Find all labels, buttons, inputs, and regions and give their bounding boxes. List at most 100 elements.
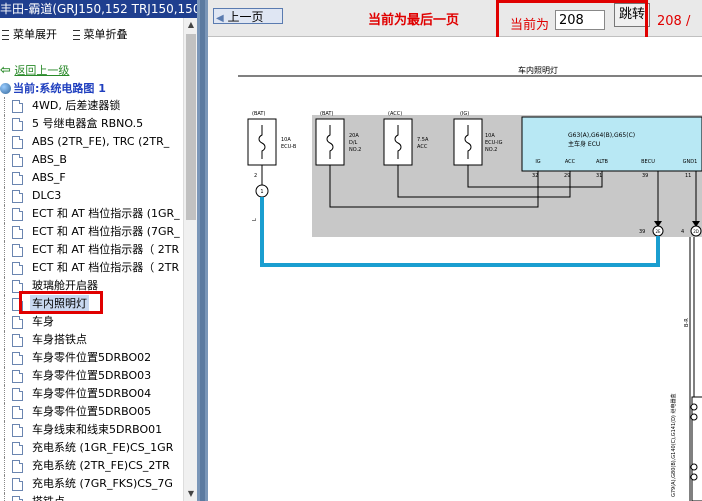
ecu-name2: 主车身 ECU bbox=[568, 140, 600, 148]
tree-item-label[interactable]: ECT 和 AT 档位指示器（ 2TR bbox=[32, 241, 179, 259]
tree-line bbox=[4, 313, 5, 331]
tree-item[interactable]: 车身零件位置5DRBO05 bbox=[0, 403, 185, 421]
tree-item[interactable]: 车身零件位置5DRBO04 bbox=[0, 385, 185, 403]
tree-item-label[interactable]: 5 号继电器盒 RBNO.5 bbox=[32, 115, 143, 133]
tree-item[interactable]: 充电系统 (1GR_FE)CS_1GR bbox=[0, 439, 185, 457]
tree-item[interactable]: 车身零件位置5DRBO03 bbox=[0, 367, 185, 385]
tree-line bbox=[4, 205, 5, 223]
tree-item[interactable]: 搭铁点 bbox=[0, 493, 185, 501]
tree-item-label[interactable]: 车身线束和线束5DRBO01 bbox=[32, 421, 162, 439]
tree-item-label[interactable]: 车身零件位置5DRBO05 bbox=[32, 403, 151, 421]
tree-item-label[interactable]: 充电系统 (7GR_FKS)CS_7G bbox=[32, 475, 173, 493]
tree-item[interactable]: ABS_F bbox=[0, 169, 185, 187]
prev-page-label: 上一页 bbox=[227, 10, 264, 24]
tree-item-label[interactable]: 充电系统 (1GR_FE)CS_1GR bbox=[32, 439, 173, 457]
document-icon bbox=[12, 334, 23, 347]
document-icon bbox=[12, 190, 23, 203]
collapse-menu-button[interactable]: 菜单折叠 bbox=[84, 28, 128, 41]
tree-item[interactable]: ECT 和 AT 档位指示器 (7GR_ bbox=[0, 223, 185, 241]
document-icon bbox=[12, 244, 23, 257]
current-node: 当前:系统电路图 1 bbox=[0, 80, 106, 96]
tree-item-label[interactable]: 4WD, 后差速器锁 bbox=[32, 97, 120, 115]
fuse1-src: (BAT) bbox=[252, 111, 265, 117]
tree-item[interactable]: ECT 和 AT 档位指示器（ 2TR bbox=[0, 241, 185, 259]
document-icon bbox=[12, 208, 23, 221]
fuse4-src: (IG) bbox=[460, 111, 469, 117]
current-node-label: 当前:系统电路图 1 bbox=[13, 82, 106, 95]
tree-item-label[interactable]: 车身搭铁点 bbox=[32, 331, 87, 349]
tree-scrollbar[interactable]: ▲ ▼ bbox=[183, 18, 197, 501]
prev-page-button[interactable]: ◀ 上一页 bbox=[213, 8, 283, 24]
left-triangle-icon: ◀ bbox=[216, 13, 224, 24]
document-icon bbox=[12, 496, 23, 501]
tree-item-label[interactable]: 车身零件位置5DRBO04 bbox=[32, 385, 151, 403]
tree-item-label[interactable]: ABS_B bbox=[32, 151, 67, 169]
document-icon bbox=[12, 370, 23, 383]
ecu-pin-label-ig: IG bbox=[535, 159, 540, 165]
tree-item[interactable]: 充电系统 (2TR_FE)CS_2TR bbox=[0, 457, 185, 475]
tree-line bbox=[4, 475, 5, 493]
svg-text:L: L bbox=[252, 218, 258, 221]
tree-item-label[interactable]: DLC3 bbox=[32, 187, 61, 205]
tree-item-label[interactable]: ABS (2TR_FE), TRC (2TR_ bbox=[32, 133, 169, 151]
tree-item-label[interactable]: 车身零件位置5DRBO02 bbox=[32, 349, 151, 367]
wiring-diagram: 车内照明灯 G63(A),G64(B),G65(C) 主车身 ECU (BAT)… bbox=[208, 37, 702, 501]
total-pages: 208 / bbox=[657, 14, 691, 29]
document-icon bbox=[12, 442, 23, 455]
tree-item-label[interactable]: ECT 和 AT 档位指示器 (1GR_ bbox=[32, 205, 180, 223]
tree-item-label[interactable]: ECT 和 AT 档位指示器 (7GR_ bbox=[32, 223, 180, 241]
fuse1-name: ECU-B bbox=[281, 144, 297, 150]
document-icon bbox=[12, 424, 23, 437]
document-icon bbox=[12, 352, 23, 365]
ecu-pin-num-32: 32 bbox=[532, 173, 538, 179]
document-icon bbox=[12, 226, 23, 239]
tree-item[interactable]: 车身 bbox=[0, 313, 185, 331]
fuse3-rating: 7.5A bbox=[417, 137, 429, 143]
tree-item-label[interactable]: 充电系统 (2TR_FE)CS_2TR bbox=[32, 457, 170, 475]
conn-pin-39: 39 bbox=[639, 229, 645, 235]
tree-item[interactable]: 5 号继电器盒 RBNO.5 bbox=[0, 115, 185, 133]
tree-item[interactable]: DLC3 bbox=[0, 187, 185, 205]
document-icon bbox=[12, 118, 23, 131]
pane-divider[interactable] bbox=[197, 0, 208, 501]
wire-label-br: B-R bbox=[684, 318, 690, 327]
tree-item[interactable]: 车身线束和线束5DRBO01 bbox=[0, 421, 185, 439]
tree-item[interactable]: 车身搭铁点 bbox=[0, 331, 185, 349]
tree-item[interactable]: ABS (2TR_FE), TRC (2TR_ bbox=[0, 133, 185, 151]
tree-item[interactable]: ECT 和 AT 档位指示器（ 2TR bbox=[0, 259, 185, 277]
tree-line bbox=[4, 187, 5, 205]
tree-line bbox=[4, 97, 5, 115]
fuse1-pin: 2 bbox=[254, 173, 257, 179]
tree-line bbox=[4, 421, 5, 439]
tree-item[interactable]: ECT 和 AT 档位指示器 (1GR_ bbox=[0, 205, 185, 223]
fuse1-rating: 10A bbox=[281, 137, 291, 143]
document-icon bbox=[12, 478, 23, 491]
tree-item-label[interactable]: 车身零件位置5DRBO03 bbox=[32, 367, 151, 385]
tree-line bbox=[4, 457, 5, 475]
diagram-title: 车内照明灯 bbox=[518, 65, 558, 75]
fuse4-name2: NO.2 bbox=[485, 147, 497, 153]
tree-item[interactable]: ABS_B bbox=[0, 151, 185, 169]
ecu-pin-num-29: 29 bbox=[564, 173, 570, 179]
document-icon bbox=[12, 388, 23, 401]
tree-item-label[interactable]: 车身 bbox=[32, 313, 54, 331]
tree-item[interactable]: 充电系统 (7GR_FKS)CS_7G bbox=[0, 475, 185, 493]
tree-item-label[interactable]: ECT 和 AT 档位指示器（ 2TR bbox=[32, 259, 179, 277]
tree-line bbox=[4, 367, 5, 385]
tree-line bbox=[4, 241, 5, 259]
scroll-up-icon[interactable]: ▲ bbox=[184, 18, 197, 32]
scroll-down-icon[interactable]: ▼ bbox=[184, 487, 197, 501]
tree-item-label[interactable]: ABS_F bbox=[32, 169, 66, 187]
tree-item[interactable]: 车身零件位置5DRBO02 bbox=[0, 349, 185, 367]
scroll-thumb[interactable] bbox=[186, 34, 196, 220]
back-link[interactable]: ⇦ 返回上一级 bbox=[0, 62, 69, 78]
document-icon bbox=[12, 172, 23, 185]
expand-menu-button[interactable]: 菜单展开 bbox=[13, 28, 57, 41]
ecu-name: G63(A),G64(B),G65(C) bbox=[568, 132, 635, 139]
tree-item[interactable]: 4WD, 后差速器锁 bbox=[0, 97, 185, 115]
tree-item-label[interactable]: 搭铁点 bbox=[32, 493, 65, 501]
tree-line bbox=[4, 295, 5, 313]
relay-block-label: G79(A),G80(B),G140(C),G141(D) 继电器盒 bbox=[670, 394, 677, 497]
back-link-label[interactable]: 返回上一级 bbox=[14, 64, 69, 77]
ecu-pin-label-acc: ACC bbox=[565, 159, 576, 165]
